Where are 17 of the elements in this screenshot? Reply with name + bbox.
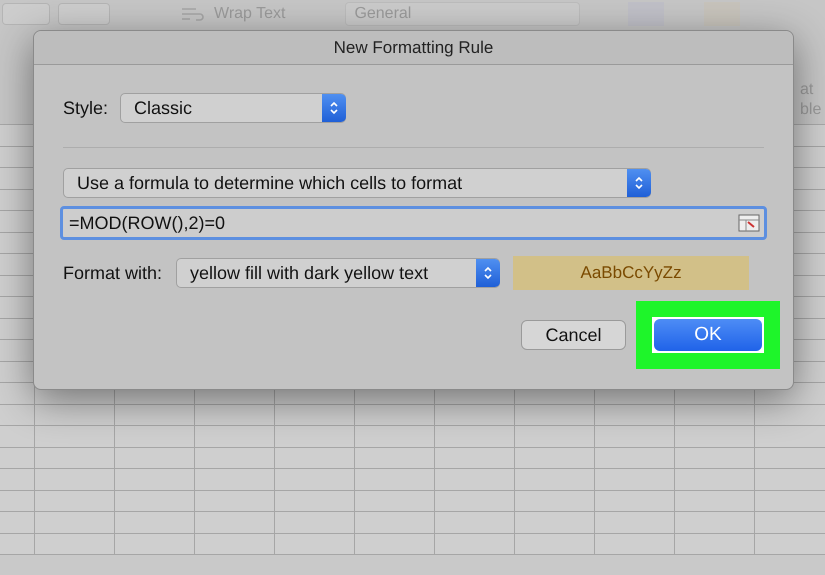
cancel-button[interactable]: Cancel <box>521 320 626 350</box>
format-dropdown[interactable]: yellow fill with dark yellow text <box>176 258 500 288</box>
stepper-icon <box>322 94 346 122</box>
ribbon-button[interactable] <box>58 2 110 24</box>
format-preview: AaBbCcYyZz <box>513 256 750 290</box>
stepper-icon <box>476 259 500 287</box>
rule-type-dropdown[interactable]: Use a formula to determine which cells to format <box>63 168 651 198</box>
wrap-text-icon <box>180 6 206 22</box>
ok-button[interactable]: OK <box>654 319 762 351</box>
style-label: Style: <box>63 96 108 120</box>
stepper-icon <box>627 169 651 197</box>
style-dropdown[interactable]: Classic <box>120 93 346 123</box>
format-with-label: Format with: <box>63 262 162 284</box>
collapse-dialog-icon[interactable] <box>738 214 760 232</box>
window-title: New Formatting Rule <box>34 31 793 65</box>
formula-field[interactable]: =MOD(ROW(),2)=0 <box>60 206 767 240</box>
ribbon-button[interactable] <box>2 2 50 24</box>
